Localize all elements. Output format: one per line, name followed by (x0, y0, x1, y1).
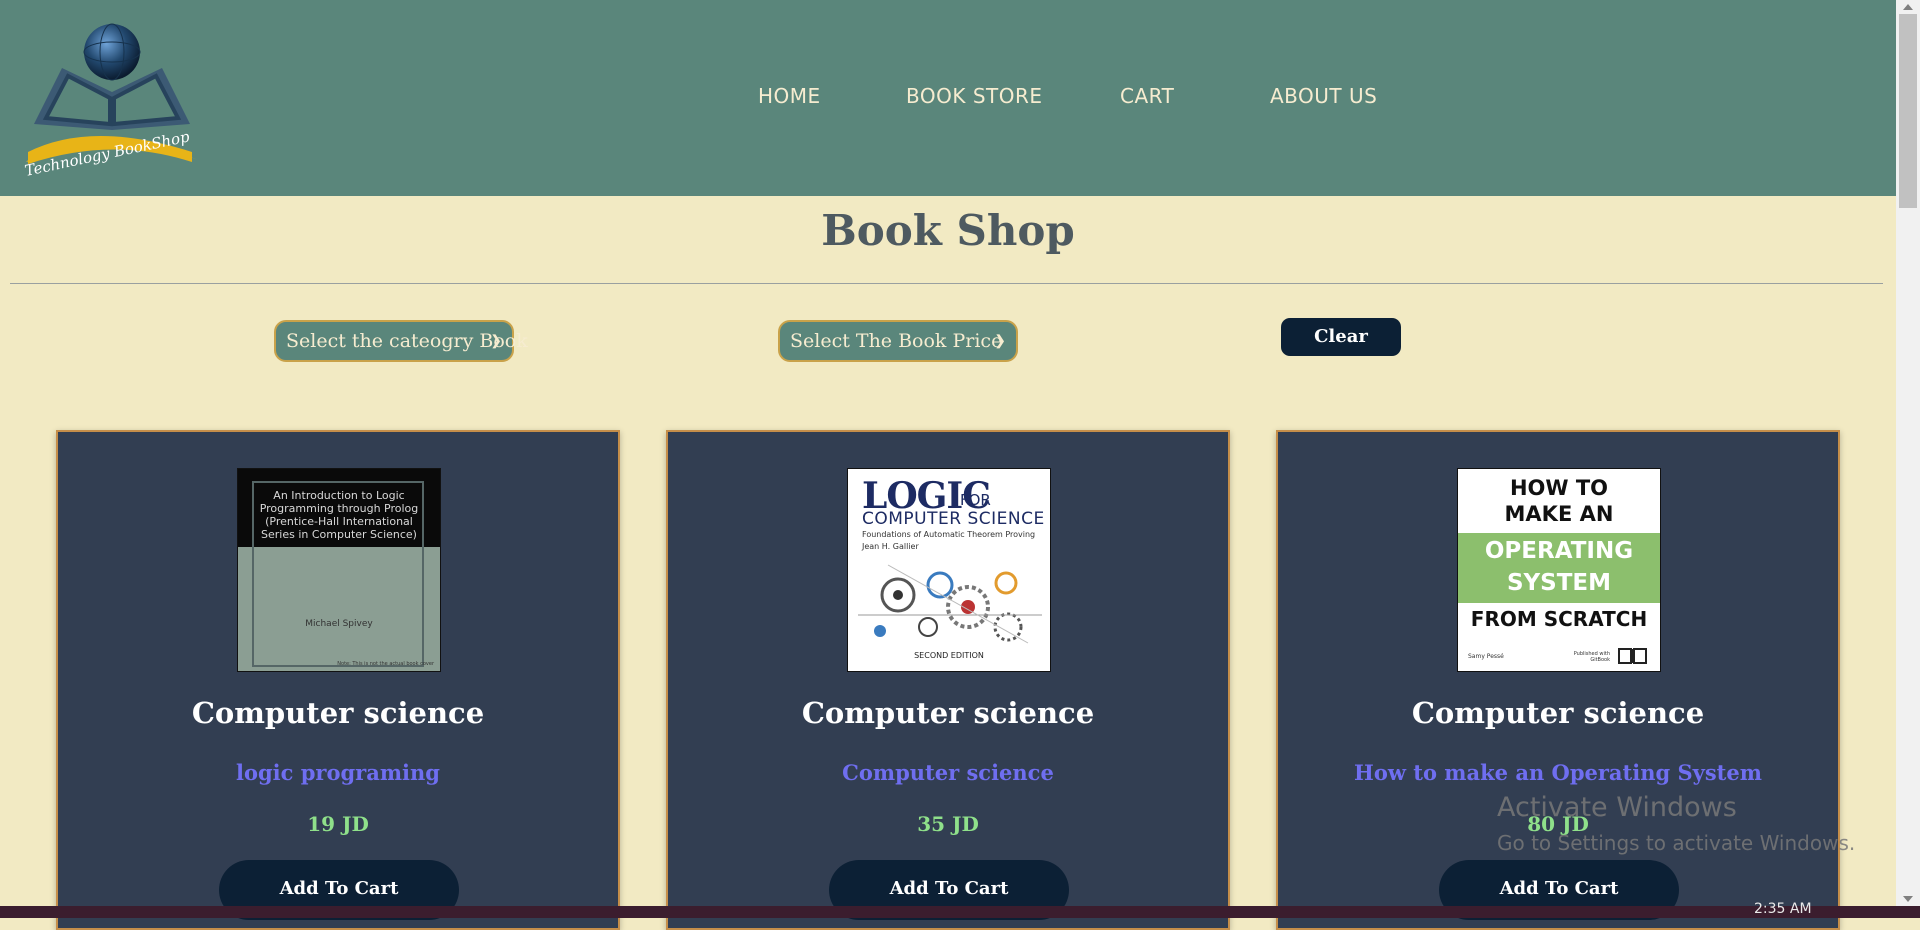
scroll-thumb[interactable] (1899, 14, 1917, 208)
title-divider (10, 283, 1883, 284)
price-select-value: Select The Book Price (790, 330, 1003, 352)
book-category: Computer science (191, 696, 485, 730)
book-title-link[interactable]: How to make an Operating System (1278, 760, 1838, 785)
chevron-down-icon: ❯ (490, 333, 502, 349)
cover-author: Michael Spivey (305, 619, 373, 629)
scroll-down-arrow-icon[interactable] (1903, 896, 1913, 902)
book-category: Computer science (1411, 696, 1705, 730)
vertical-scrollbar[interactable] (1896, 0, 1920, 906)
book-price: 19 JD (307, 812, 369, 836)
nav-about-us[interactable]: ABOUT US (1270, 84, 1377, 108)
windows-taskbar: 2:35 AM (0, 901, 1920, 918)
book-category: Computer science (801, 696, 1095, 730)
book-cover-image[interactable]: HOW TO MAKE AN OPERATING SYSTEM FROM SCR… (1457, 468, 1661, 672)
clear-button[interactable]: Clear (1281, 318, 1401, 356)
chevron-down-icon: ❯ (994, 333, 1006, 349)
book-title-link[interactable]: Computer science (668, 760, 1228, 785)
book-title-link[interactable]: logic programing (58, 760, 618, 785)
price-select[interactable]: Select The Book Price ❯ (778, 320, 1018, 362)
site-header: Technology BookShop HOME BOOK STORE CART… (0, 0, 1896, 196)
book-price: 35 JD (917, 812, 979, 836)
cover-title-text: An Introduction to Logic Programming thr… (259, 489, 419, 541)
gears-illustration (858, 564, 1042, 644)
book-card: LOGIC FOR COMPUTER SCIENCE Foundations o… (666, 430, 1230, 930)
category-select[interactable]: Select the cateogry Book ❯ (274, 320, 528, 362)
book-card: HOW TO MAKE AN OPERATING SYSTEM FROM SCR… (1276, 430, 1840, 930)
book-cover-image[interactable]: LOGIC FOR COMPUTER SCIENCE Foundations o… (847, 468, 1051, 672)
book-publisher-icon (1618, 648, 1647, 664)
book-card: An Introduction to Logic Programming thr… (56, 430, 620, 930)
page-title: Book Shop (821, 206, 1075, 255)
book-price: 80 JD (1527, 812, 1589, 836)
cover-edition: SECOND EDITION (914, 651, 984, 660)
taskbar-clock[interactable]: 2:35 AM (1754, 901, 1812, 917)
scroll-up-arrow-icon[interactable] (1903, 4, 1913, 10)
book-cover-image[interactable]: An Introduction to Logic Programming thr… (237, 468, 441, 672)
nav-book-store[interactable]: BOOK STORE (906, 84, 1043, 108)
nav-cart[interactable]: CART (1120, 84, 1174, 108)
cover-note: Note: This is not the actual book cover (337, 661, 434, 667)
main-nav: HOME BOOK STORE CART ABOUT US (0, 84, 1896, 114)
nav-home[interactable]: HOME (758, 84, 821, 108)
